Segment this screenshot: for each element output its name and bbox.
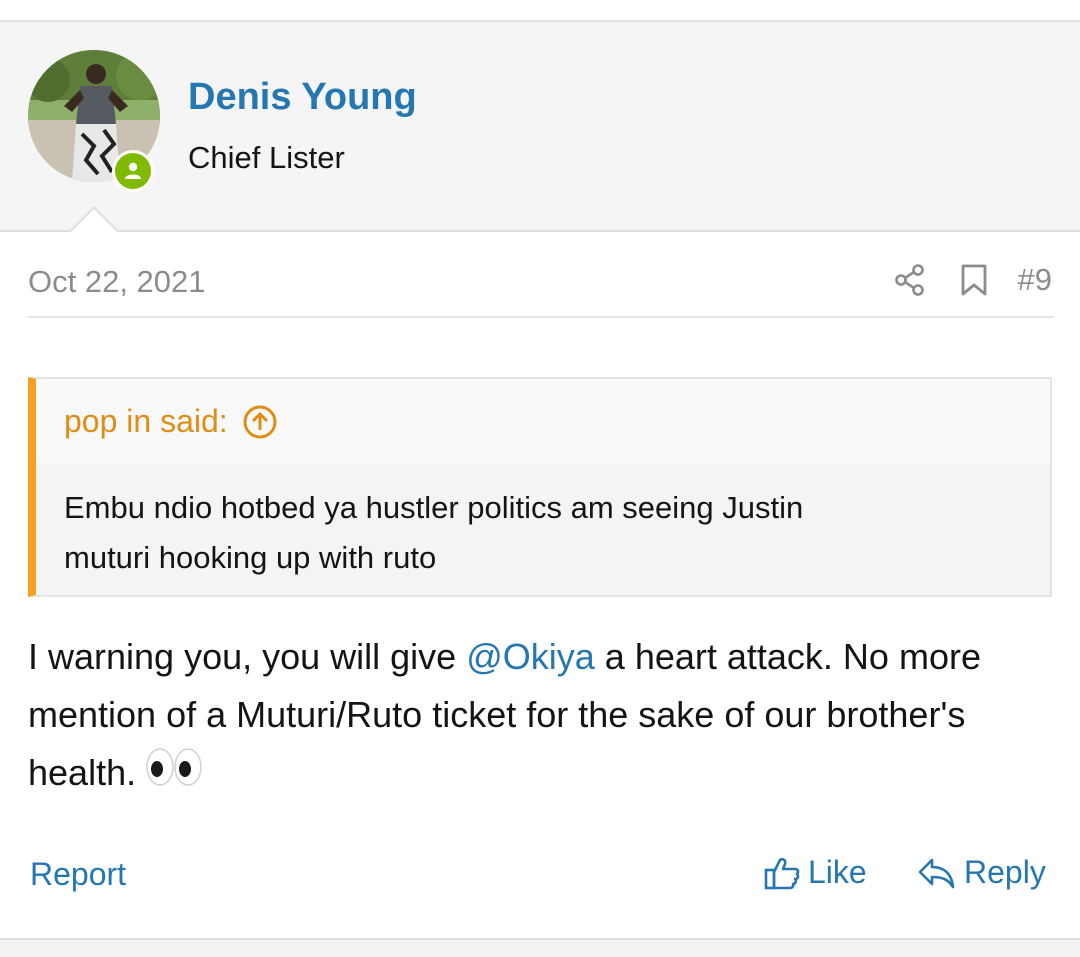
- quote-text-line-2: muturi hooking up with ruto: [64, 540, 437, 575]
- quote-text-line-1: Embu ndio hotbed ya hustler politics am …: [64, 490, 804, 525]
- quote-author-label[interactable]: pop in said:: [64, 403, 228, 440]
- top-strip: [0, 0, 1080, 22]
- post-meta-actions: #9: [866, 258, 1052, 302]
- header-pointer-inner: [70, 209, 118, 233]
- reply-icon: [918, 858, 955, 888]
- username-link[interactable]: Denis Young: [188, 76, 417, 119]
- next-post-strip: [0, 938, 1080, 957]
- avatar-wrapper[interactable]: [28, 50, 160, 192]
- quote-header[interactable]: pop in said:: [64, 403, 278, 440]
- bookmark-icon[interactable]: [954, 260, 994, 300]
- like-label: Like: [808, 854, 867, 890]
- user-header: Denis Young Chief Lister: [0, 22, 1080, 232]
- thumbs-up-icon: [764, 857, 800, 889]
- like-button[interactable]: Like: [764, 854, 867, 891]
- user-online-icon: [115, 153, 151, 189]
- reply-button[interactable]: Reply: [918, 854, 1046, 891]
- eyes-emoji-icon: [144, 746, 204, 805]
- post-date[interactable]: Oct 22, 2021: [28, 264, 206, 300]
- message-body: I warning you, you will give @Okiya a he…: [28, 628, 1058, 805]
- meta-divider: [28, 316, 1054, 318]
- mention-link[interactable]: @Okiya: [466, 636, 595, 677]
- arrow-up-circle-icon[interactable]: [242, 404, 278, 440]
- share-icon[interactable]: [890, 260, 930, 300]
- quote-content: Embu ndio hotbed ya hustler politics am …: [36, 463, 1050, 595]
- post-number-link[interactable]: #9: [1018, 262, 1052, 298]
- quote-block: pop in said: Embu ndio hotbed ya hustler…: [28, 377, 1052, 597]
- reply-label: Reply: [964, 854, 1046, 890]
- report-link[interactable]: Report: [30, 856, 126, 893]
- user-title: Chief Lister: [188, 140, 345, 175]
- online-status-badge: [112, 150, 154, 192]
- message-text-part-1: I warning you, you will give: [28, 636, 467, 677]
- post-footer-actions: Report Like Reply: [0, 852, 1080, 902]
